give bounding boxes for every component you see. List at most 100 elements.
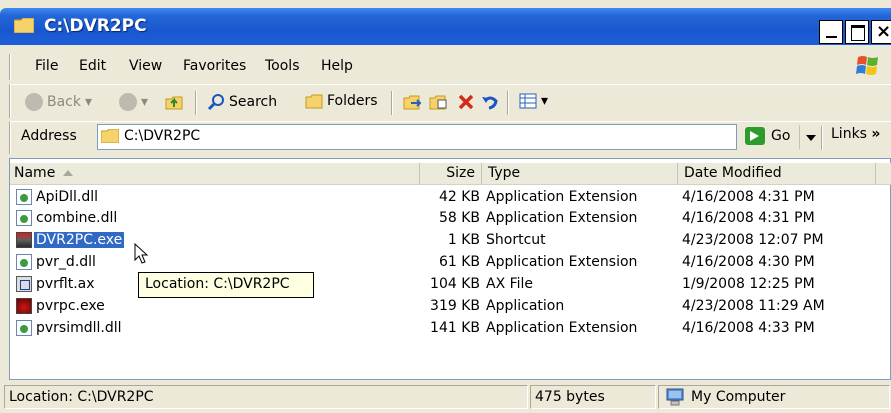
file-row[interactable]: pvrsimdll.dll 141 KB Application Extensi… bbox=[10, 320, 891, 339]
status-location: Location: C:\DVR2PC bbox=[4, 385, 528, 409]
standard-toolbar: Back ▾ ▾ Search Folders ▾ bbox=[9, 84, 891, 118]
file-type: Application Extension bbox=[486, 320, 638, 336]
views-icon bbox=[519, 93, 537, 109]
file-size: 61 KB bbox=[438, 254, 480, 270]
mouse-cursor-icon bbox=[134, 243, 149, 264]
undo-icon bbox=[482, 96, 498, 110]
file-size: 104 KB bbox=[430, 276, 480, 292]
menu-edit[interactable]: Edit bbox=[79, 58, 106, 74]
views-button[interactable]: ▾ bbox=[519, 93, 548, 109]
dll-icon bbox=[16, 189, 32, 205]
folder-icon bbox=[14, 18, 34, 33]
file-name: combine.dll bbox=[36, 210, 118, 226]
dll-icon bbox=[16, 320, 32, 336]
file-size: 42 KB bbox=[438, 189, 480, 205]
toolbar-separator bbox=[507, 91, 509, 115]
column-header-size[interactable]: Size bbox=[420, 163, 482, 185]
title-bar[interactable]: C:\DVR2PC × bbox=[0, 8, 891, 45]
undo-button[interactable] bbox=[481, 93, 499, 111]
menu-favorites[interactable]: Favorites bbox=[183, 58, 246, 74]
up-folder-icon bbox=[165, 96, 183, 110]
file-type: Application Extension bbox=[486, 189, 638, 205]
file-name: pvrsimdll.dll bbox=[36, 320, 122, 336]
column-header-name[interactable]: Name bbox=[10, 163, 420, 185]
menu-help[interactable]: Help bbox=[321, 58, 353, 74]
file-name: DVR2PC.exe bbox=[34, 232, 125, 248]
views-dropdown-icon: ▾ bbox=[541, 93, 549, 109]
file-size: 319 KB bbox=[430, 298, 480, 314]
chevron-right-icon: » bbox=[871, 126, 881, 142]
forward-arrow-icon bbox=[119, 93, 137, 111]
file-name: pvr_d.dll bbox=[36, 254, 96, 270]
menu-file[interactable]: File bbox=[35, 58, 58, 74]
search-label: Search bbox=[229, 94, 278, 110]
location-tooltip: Location: C:\DVR2PC bbox=[138, 272, 314, 298]
folders-icon bbox=[305, 94, 323, 109]
search-icon bbox=[207, 94, 224, 111]
address-dropdown-button[interactable] bbox=[799, 125, 821, 149]
close-icon: × bbox=[876, 21, 891, 42]
go-arrow-icon bbox=[745, 127, 765, 145]
column-name-label: Name bbox=[14, 165, 56, 181]
file-type: Application Extension bbox=[486, 254, 638, 270]
column-header: Name Size Type Date Modified bbox=[10, 163, 891, 185]
folder-icon bbox=[101, 129, 119, 143]
links-button[interactable]: Links » bbox=[821, 126, 880, 150]
file-list[interactable]: Name Size Type Date Modified ApiDll.dll … bbox=[9, 158, 891, 380]
file-type: Shortcut bbox=[486, 232, 546, 248]
delete-icon bbox=[458, 94, 474, 110]
file-type: Application Extension bbox=[486, 210, 638, 226]
address-input[interactable]: C:\DVR2PC bbox=[97, 124, 821, 150]
status-zone-label: My Computer bbox=[691, 389, 786, 405]
back-label: Back bbox=[47, 94, 81, 110]
move-to-icon bbox=[403, 95, 422, 110]
copy-to-icon bbox=[429, 95, 447, 110]
delete-button[interactable] bbox=[457, 93, 475, 111]
column-size-label: Size bbox=[446, 165, 475, 181]
go-button[interactable]: Go bbox=[745, 127, 790, 145]
search-button[interactable]: Search bbox=[207, 93, 277, 111]
status-size: 475 bytes bbox=[530, 385, 656, 409]
explorer-window: C:\DVR2PC × File Edit View Favorites Too… bbox=[0, 0, 891, 413]
ax-file-icon bbox=[16, 276, 32, 292]
dll-icon bbox=[16, 254, 32, 270]
back-button[interactable]: Back ▾ bbox=[25, 93, 92, 111]
file-row[interactable]: combine.dll 58 KB Application Extension … bbox=[10, 210, 891, 229]
file-row[interactable]: pvrpc.exe 319 KB Application 4/23/2008 1… bbox=[10, 298, 891, 317]
toolbar-separator bbox=[195, 91, 197, 115]
file-name: pvrpc.exe bbox=[36, 298, 105, 314]
windows-logo-icon bbox=[856, 56, 878, 75]
links-label: Links bbox=[831, 126, 867, 142]
menu-view[interactable]: View bbox=[129, 58, 162, 74]
file-date: 4/16/2008 4:33 PM bbox=[682, 320, 815, 336]
file-name: ApiDll.dll bbox=[36, 189, 99, 205]
folders-label: Folders bbox=[327, 93, 378, 109]
column-header-date[interactable]: Date Modified bbox=[678, 163, 876, 185]
move-to-button[interactable] bbox=[403, 93, 423, 111]
copy-to-button[interactable] bbox=[429, 93, 449, 111]
application-icon bbox=[16, 298, 32, 314]
maximize-button[interactable] bbox=[845, 20, 869, 44]
column-date-label: Date Modified bbox=[684, 165, 782, 181]
file-type: Application bbox=[486, 298, 565, 314]
back-dropdown-icon: ▾ bbox=[85, 94, 93, 110]
window-title: C:\DVR2PC bbox=[44, 16, 147, 36]
file-date: 1/9/2008 12:25 PM bbox=[682, 276, 815, 292]
file-date: 4/16/2008 4:31 PM bbox=[682, 210, 815, 226]
file-row[interactable]: ApiDll.dll 42 KB Application Extension 4… bbox=[10, 189, 891, 208]
folders-button[interactable]: Folders bbox=[305, 93, 378, 109]
close-button[interactable]: × bbox=[871, 20, 891, 44]
forward-button[interactable]: ▾ bbox=[119, 93, 148, 111]
menu-bar: File Edit View Favorites Tools Help bbox=[9, 54, 891, 80]
file-name: pvrflt.ax bbox=[36, 276, 95, 292]
minimize-button[interactable] bbox=[819, 20, 843, 44]
my-computer-icon bbox=[666, 388, 684, 406]
column-header-type[interactable]: Type bbox=[482, 163, 678, 185]
address-value: C:\DVR2PC bbox=[124, 128, 201, 144]
up-folder-button[interactable] bbox=[165, 93, 183, 111]
forward-dropdown-icon: ▾ bbox=[141, 94, 149, 110]
file-size: 141 KB bbox=[430, 320, 480, 336]
address-bar: Address C:\DVR2PC Go Links » bbox=[9, 121, 891, 154]
column-type-label: Type bbox=[488, 165, 521, 181]
menu-tools[interactable]: Tools bbox=[265, 58, 300, 74]
